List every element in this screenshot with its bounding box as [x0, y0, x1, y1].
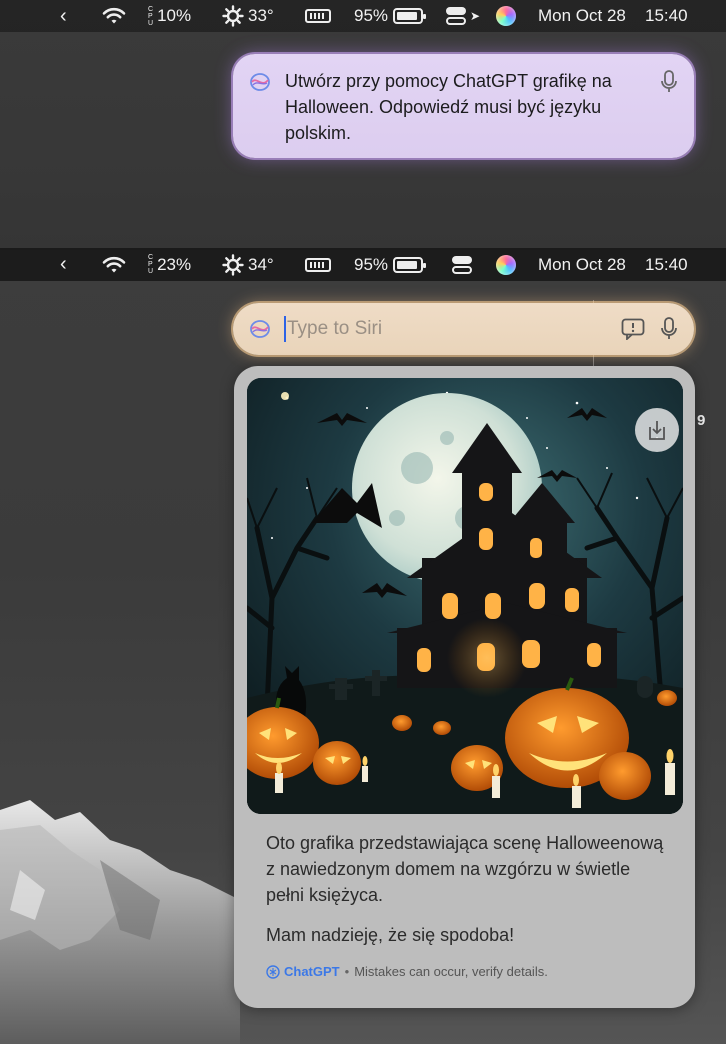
battery-indicator[interactable]: 95% [354, 6, 427, 26]
temperature-indicator[interactable]: 34° [222, 253, 274, 276]
siri-icon[interactable] [496, 254, 516, 275]
microphone-icon[interactable] [661, 317, 677, 341]
mountain-wallpaper [0, 800, 240, 1044]
cpu-label: CPU [148, 254, 154, 275]
siri-response-card: Oto grafika przedstawiająca scenę Hallow… [234, 366, 695, 1008]
chatgpt-logo-icon [266, 964, 280, 979]
siri-swirl-icon [250, 320, 270, 338]
battery-percent: 95% [354, 254, 389, 274]
menu-time[interactable]: 15:40 [645, 6, 688, 26]
sun-gear-icon [222, 253, 244, 276]
collapse-chevron-icon[interactable]: ‹ [60, 5, 67, 28]
microphone-icon[interactable] [661, 70, 677, 94]
cpu-indicator[interactable]: CPU 23% [148, 254, 191, 275]
save-image-button[interactable] [635, 408, 679, 452]
halloween-image[interactable] [247, 378, 683, 814]
response-paragraph-1: Oto grafika przedstawiająca scenę Hallow… [266, 833, 664, 905]
chatgpt-link[interactable]: ChatGPT [284, 964, 340, 979]
siri-prompt-bubble: Utwórz przy pomocy ChatGPT grafikę na Ha… [233, 54, 694, 158]
siri-text-input[interactable] [281, 315, 601, 343]
battery-indicator[interactable]: 95% [354, 254, 427, 275]
wifi-icon[interactable] [102, 7, 126, 25]
battery-charging-icon [393, 8, 427, 24]
response-text: Oto grafika przedstawiająca scenę Hallow… [266, 830, 666, 948]
control-center-icon[interactable] [452, 255, 472, 274]
siri-swirl-icon [250, 73, 270, 91]
menu-bar-bottom: ‹ CPU 23% 34° 95% Mon Oct 28 15:40 [0, 248, 726, 281]
response-paragraph-2: Mam nadzieję, że się spodoba! [266, 925, 515, 945]
menu-date[interactable]: Mon Oct 28 [538, 6, 626, 26]
temperature-value: 33° [248, 6, 274, 25]
type-to-siri-bar [233, 303, 694, 355]
feedback-icon[interactable] [621, 318, 645, 340]
cpu-indicator[interactable]: CPU 10% [148, 6, 191, 27]
wifi-icon[interactable] [102, 256, 126, 274]
siri-icon[interactable] [496, 6, 516, 26]
collapse-chevron-icon[interactable]: ‹ [60, 253, 67, 276]
background-number: 9 [697, 412, 706, 429]
cpu-label: CPU [148, 5, 154, 27]
temperature-value: 34° [248, 254, 274, 274]
location-arrow-icon: ➤ [470, 9, 481, 23]
control-center-icon[interactable] [446, 7, 466, 25]
cpu-value: 10% [157, 6, 192, 25]
memory-icon[interactable] [305, 257, 331, 272]
menu-time[interactable]: 15:40 [645, 255, 688, 275]
sun-gear-icon [222, 5, 244, 27]
cpu-value: 23% [157, 254, 192, 274]
download-icon [649, 421, 665, 440]
prompt-text: Utwórz przy pomocy ChatGPT grafikę na Ha… [285, 71, 612, 143]
temperature-indicator[interactable]: 33° [222, 5, 274, 27]
haunted-house-illustration [247, 378, 683, 814]
menu-bar-top: ‹ CPU 10% 33° 95% ➤ Mon Oct 28 15:40 [0, 0, 726, 32]
text-caret [284, 316, 286, 342]
memory-icon[interactable] [305, 9, 331, 23]
menu-date[interactable]: Mon Oct 28 [538, 255, 626, 275]
footer-separator: • [344, 964, 350, 979]
disclaimer-text: Mistakes can occur, verify details. [354, 964, 548, 979]
battery-percent: 95% [354, 6, 389, 25]
response-footer: ChatGPT • Mistakes can occur, verify det… [266, 964, 548, 979]
battery-charging-icon [393, 256, 427, 273]
